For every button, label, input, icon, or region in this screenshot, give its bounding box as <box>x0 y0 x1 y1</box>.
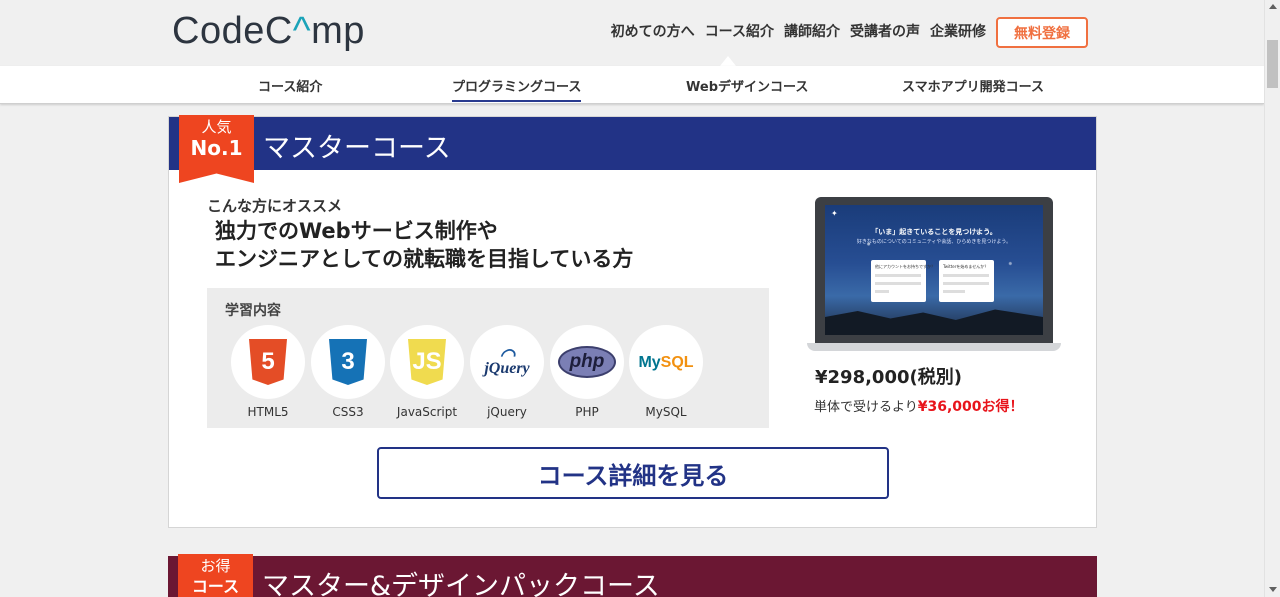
skill-jquery-circle: ◠ jQuery <box>470 325 544 399</box>
skill-jquery: ◠ jQuery jQuery <box>469 325 545 419</box>
screen-form-field <box>875 282 921 285</box>
skill-label: JavaScript <box>396 405 458 419</box>
screen-title: 「いま」起きていることを見つけよう。 <box>871 228 997 236</box>
scroll-thumb[interactable] <box>1267 40 1278 88</box>
skill-javascript-circle: JS <box>390 325 464 399</box>
screen-form-button <box>875 290 889 293</box>
global-nav: 初めての方へ コース紹介 講師紹介 受講者の声 企業研修 <box>611 21 986 41</box>
ribbon-top-text: 人気 <box>201 118 232 136</box>
ribbon-bottom-text: No.1 <box>190 136 243 160</box>
skill-mysql: MySQL MySQL <box>628 325 704 419</box>
screen-form-button <box>943 290 965 293</box>
nav-corporate[interactable]: 企業研修 <box>930 21 986 41</box>
php-icon: php <box>558 346 616 378</box>
subnav-smartphone-app[interactable]: スマホアプリ開発コース <box>902 76 1044 95</box>
screen-signup-form: Twitterを始めませんか？ <box>939 260 994 302</box>
mysql-icon: MySQL <box>638 353 694 371</box>
skill-html5-circle: 5 <box>231 325 305 399</box>
learning-content-title: 学習内容 <box>225 303 281 319</box>
savings-prefix: 単体で受けるより <box>814 400 918 415</box>
skill-label: HTML5 <box>247 405 289 419</box>
master-course-header: 人気 No.1 マスターコース <box>169 115 1096 183</box>
skill-mysql-circle: MySQL <box>629 325 703 399</box>
free-register-button[interactable]: 無料登録 <box>996 17 1088 48</box>
master-course-card: 人気 No.1 マスターコース こんな方にオススメ 独力でのWebサービス制作や… <box>168 115 1097 528</box>
course-headline: 独力でのWebサービス制作や エンジニアとしての就転職を目指している方 <box>215 217 633 273</box>
subnav-programming[interactable]: プログラミングコース <box>452 76 582 102</box>
logo-a-mark-icon: ^ <box>292 10 312 52</box>
headline-line-2: エンジニアとしての就転職を目指している方 <box>215 247 634 271</box>
skill-php-circle: php <box>550 325 624 399</box>
laptop-lid: ✦ 「いま」起きていることを見つけよう。 好きなものについてのコミュニティや会話… <box>815 197 1053 343</box>
ribbon-bottom-text: コース <box>191 577 240 596</box>
page-scrollbar[interactable] <box>1264 0 1280 597</box>
headline-line-1: 独力でのWebサービス制作や <box>215 219 498 243</box>
course-title: マスター&デザインパックコース <box>262 571 660 597</box>
savings-amount: ¥36,000お得！ <box>917 399 1024 415</box>
subnav-webdesign[interactable]: Webデザインコース <box>686 76 808 95</box>
scroll-up-icon[interactable] <box>1269 4 1277 9</box>
html5-icon: 5 <box>249 339 287 385</box>
active-nav-caret-icon <box>720 56 736 66</box>
value-ribbon: お得 コース <box>178 554 253 597</box>
ribbon-top-text: お得 <box>200 557 231 575</box>
screen-form-field <box>875 274 921 277</box>
skill-html5: 5 HTML5 <box>230 325 306 419</box>
screen-login-form: 他にアカウントをお持ちですか？ <box>871 260 935 302</box>
screen-form-field <box>943 274 989 277</box>
laptop-screen: ✦ 「いま」起きていることを見つけよう。 好きなものについてのコミュニティや会話… <box>825 205 1043 335</box>
course-subnav: コース紹介 プログラミングコース Webデザインコース スマホアプリ開発コース <box>0 66 1264 104</box>
course-price: ¥298,000(税別) <box>815 367 962 388</box>
subnav-course-intro[interactable]: コース紹介 <box>258 76 322 95</box>
skill-css3: 3 CSS3 <box>310 325 386 419</box>
nav-voices[interactable]: 受講者の声 <box>850 21 920 41</box>
pack-course-card: お得 コース マスター&デザインパックコース <box>168 554 1097 597</box>
course-detail-button[interactable]: コース詳細を見る <box>377 447 889 499</box>
nav-courses[interactable]: コース紹介 <box>705 21 774 41</box>
skill-css3-circle: 3 <box>311 325 385 399</box>
nav-instructors[interactable]: 講師紹介 <box>784 21 840 41</box>
nav-beginners[interactable]: 初めての方へ <box>611 21 695 41</box>
screen-form-right-label: Twitterを始めませんか？ <box>943 264 989 269</box>
laptop-base <box>807 343 1061 351</box>
recommend-label: こんな方にオススメ <box>207 197 343 215</box>
skill-label: PHP <box>575 405 599 419</box>
skill-label: jQuery <box>487 405 527 419</box>
course-title: マスターコース <box>263 133 451 164</box>
css3-icon: 3 <box>329 339 367 385</box>
skill-php: php PHP <box>549 325 625 419</box>
savings-note: 単体で受けるより¥36,000お得！ <box>814 396 1024 416</box>
popular-ribbon: 人気 No.1 <box>179 115 254 183</box>
screen-subtitle: 好きなものについてのコミュニティや会話、ひらめきを見つけよう。 <box>856 239 1012 245</box>
screen-form-field <box>943 282 989 285</box>
javascript-icon: JS <box>408 339 446 385</box>
twitter-bird-icon: ✦ <box>831 209 838 218</box>
skill-javascript: JS JavaScript <box>389 325 465 419</box>
jquery-icon: ◠ jQuery <box>484 345 530 377</box>
site-header: CodeC^mp 初めての方へ コース紹介 講師紹介 受講者の声 企業研修 無料… <box>0 0 1264 66</box>
skill-label: CSS3 <box>332 405 364 419</box>
laptop-illustration: ✦ 「いま」起きていることを見つけよう。 好きなものについてのコミュニティや会話… <box>807 197 1061 355</box>
codecamp-logo[interactable]: CodeC^mp <box>172 10 365 53</box>
learning-content-box: 学習内容 5 HTML5 3 CSS3 JS JavaScript ◠ jQuer… <box>207 288 769 428</box>
logo-text-right: mp <box>311 10 365 52</box>
pack-course-header: お得 コース マスター&デザインパックコース <box>168 554 1097 597</box>
screen-form-left-label: 他にアカウントをお持ちですか？ <box>875 264 935 269</box>
logo-text-left: CodeC <box>172 10 293 52</box>
skill-label: MySQL <box>645 405 687 419</box>
scroll-down-icon[interactable] <box>1269 587 1277 592</box>
